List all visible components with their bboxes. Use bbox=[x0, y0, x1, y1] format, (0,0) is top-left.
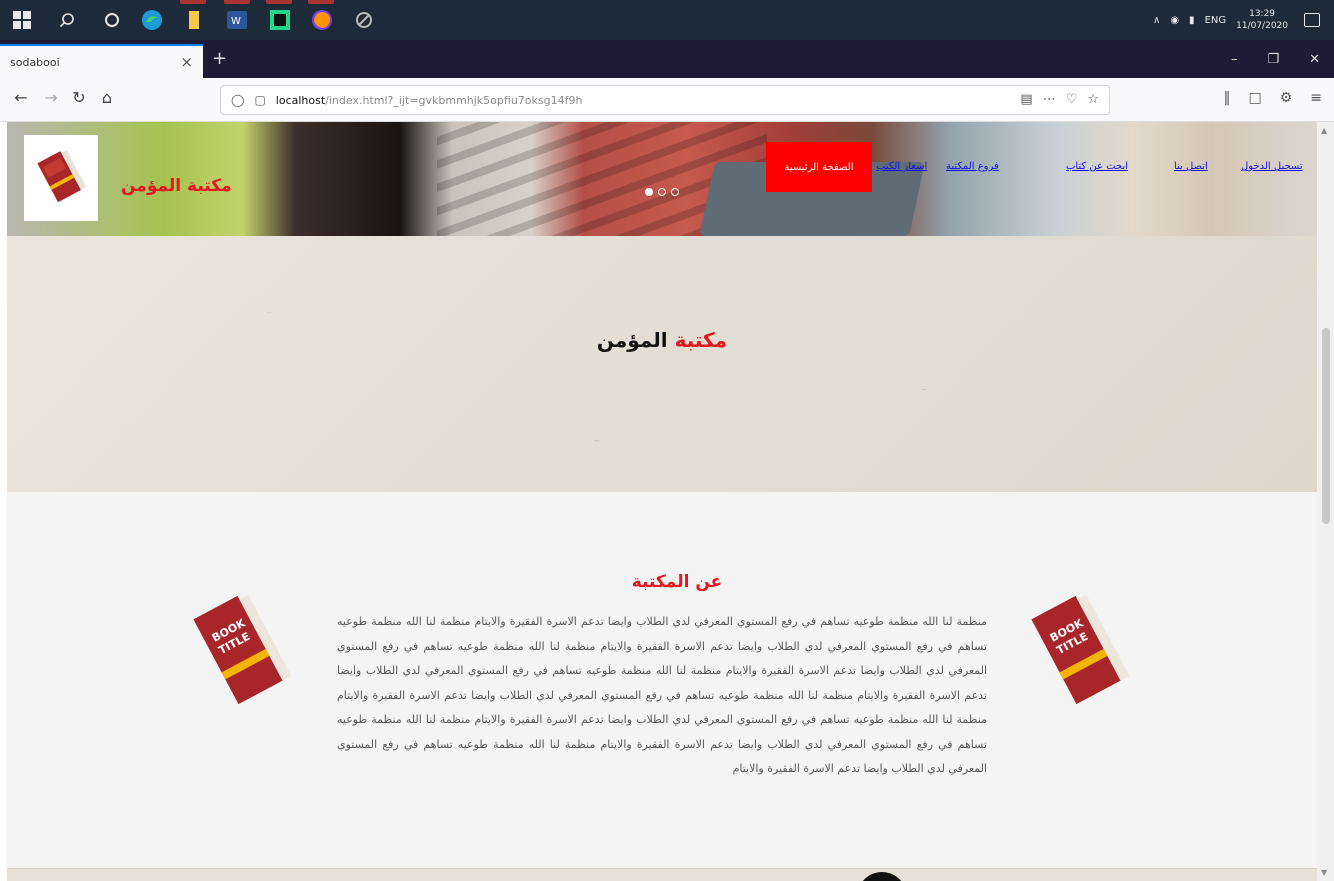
battery-icon[interactable]: ▮ bbox=[1189, 15, 1195, 26]
scrollbar-thumb[interactable] bbox=[1322, 328, 1330, 524]
clock-date: 11/07/2020 bbox=[1236, 21, 1288, 31]
reload-icon[interactable]: ↻ bbox=[68, 88, 90, 107]
system-tray: ∧ ◉ ▮ ENG 13:29 11/07/2020 bbox=[1153, 0, 1334, 40]
scroll-up-icon[interactable]: ▲ bbox=[1321, 126, 1327, 135]
scroll-down-icon[interactable]: ▼ bbox=[1321, 868, 1327, 877]
browser-tab-bar: sodabooi × + – ❐ ✕ bbox=[0, 40, 1334, 78]
carousel-dot[interactable] bbox=[645, 188, 653, 196]
book-image-right: BOOK TITLE bbox=[1017, 578, 1145, 728]
tracking-shield-icon[interactable]: ◯ bbox=[231, 93, 244, 107]
chevron-up-icon[interactable]: ∧ bbox=[1153, 15, 1160, 26]
site-brand[interactable]: مكتبة المؤمن bbox=[121, 176, 232, 196]
book-cover-icon: BOOK TITLE bbox=[193, 594, 292, 705]
svg-text:W: W bbox=[231, 16, 241, 27]
back-icon[interactable]: ← bbox=[10, 88, 32, 107]
nav-link-search-book[interactable]: ابحث عن كتاب bbox=[1066, 161, 1128, 172]
band-title: مكتبة المؤمن bbox=[7, 328, 1317, 352]
windows-start-icon[interactable] bbox=[10, 8, 34, 32]
band-title-red: مكتبة bbox=[674, 328, 728, 352]
network-icon[interactable]: ◉ bbox=[1170, 15, 1179, 26]
sidebar-icon[interactable]: □ bbox=[1248, 90, 1261, 106]
book-cover-icon: BOOK TITLE bbox=[1031, 594, 1130, 705]
url-tools: ▤ ⋯ ♡ ☆ bbox=[1020, 92, 1099, 107]
taskbar-active-indicator bbox=[180, 0, 206, 4]
new-tab-icon[interactable]: + bbox=[212, 48, 227, 69]
search-icon[interactable] bbox=[55, 8, 79, 32]
cortana-icon[interactable] bbox=[100, 8, 124, 32]
url-host: localhost bbox=[275, 93, 326, 107]
browser-nav-bar: ← → ↻ ⌂ ◯ ▢ localhost /index.html?_ijt=g… bbox=[0, 78, 1334, 122]
about-section: BOOK TITLE عن المكتبة منظمة لنا الله منظ… bbox=[7, 492, 1317, 868]
library-icon[interactable]: ‖ bbox=[1223, 90, 1230, 106]
close-icon[interactable]: × bbox=[180, 53, 193, 71]
windows-taskbar: W ∧ ◉ ▮ ENG 13:29 11/07/2020 bbox=[0, 0, 1334, 40]
carousel-dot[interactable] bbox=[658, 188, 666, 196]
tab-title: sodabooi bbox=[10, 55, 60, 69]
browser-tab[interactable]: sodabooi × bbox=[0, 44, 203, 78]
taskbar-active-indicator bbox=[308, 0, 334, 4]
site-logo[interactable] bbox=[24, 135, 98, 221]
restore-icon[interactable]: ❐ bbox=[1267, 52, 1279, 67]
nav-link-rates[interactable]: اسعار الكتب bbox=[876, 161, 927, 172]
book-logo-icon bbox=[37, 150, 87, 203]
about-title: عن المكتبة bbox=[631, 572, 723, 592]
about-text: منظمة لنا الله منظمة طوعيه تساهم في رفع … bbox=[337, 615, 987, 775]
pocket-icon[interactable]: ♡ bbox=[1066, 92, 1078, 107]
clock[interactable]: 13:29 11/07/2020 bbox=[1236, 8, 1288, 32]
toolbar-right: ‖ □ ⚙ ≡ bbox=[1223, 90, 1322, 106]
hero-banner: مكتبة المؤمن الصفحة الرئيسية اسعار الكتب… bbox=[7, 122, 1317, 236]
bookmark-star-icon[interactable]: ☆ bbox=[1087, 92, 1099, 107]
firefox-icon[interactable] bbox=[310, 8, 334, 32]
language-indicator[interactable]: ENG bbox=[1205, 15, 1227, 26]
clock-time: 13:29 bbox=[1249, 9, 1276, 19]
title-band: مكتبة المؤمن bbox=[7, 236, 1317, 492]
menu-icon[interactable]: ≡ bbox=[1310, 90, 1322, 106]
url-path: /index.html?_ijt=gvkbmmhjk5opfiu7oksg14f… bbox=[325, 93, 583, 107]
nav-home-button[interactable]: الصفحة الرئيسية bbox=[766, 142, 872, 192]
extension-icon[interactable]: ⚙ bbox=[1280, 90, 1293, 106]
word-app-icon[interactable]: W bbox=[225, 8, 249, 32]
nav-link-login[interactable]: تسجيل الدخول bbox=[1241, 161, 1303, 172]
carousel-indicators bbox=[645, 188, 679, 196]
taskbar-active-indicator bbox=[266, 0, 292, 4]
notification-icon[interactable] bbox=[1304, 13, 1320, 27]
nav-link-contact[interactable]: اتصل بنا bbox=[1174, 161, 1208, 172]
reader-view-icon[interactable]: ▤ bbox=[1020, 92, 1032, 107]
carousel-dot[interactable] bbox=[671, 188, 679, 196]
pycharm-app-icon[interactable] bbox=[268, 8, 292, 32]
app-icon[interactable] bbox=[352, 8, 376, 32]
home-icon[interactable]: ⌂ bbox=[96, 88, 118, 107]
edge-browser-icon[interactable] bbox=[140, 8, 164, 32]
forward-icon[interactable]: → bbox=[40, 88, 62, 107]
close-window-icon[interactable]: ✕ bbox=[1309, 52, 1320, 67]
page-scrollbar[interactable]: ▲ ▼ bbox=[1317, 122, 1334, 881]
taskbar-active-indicator bbox=[224, 0, 250, 4]
page-viewport: مكتبة المؤمن الصفحة الرئيسية اسعار الكتب… bbox=[7, 122, 1317, 881]
more-actions-icon[interactable]: ⋯ bbox=[1043, 92, 1056, 107]
minimize-icon[interactable]: – bbox=[1231, 52, 1238, 67]
page-bottom-band bbox=[7, 868, 1317, 881]
book-image-left: BOOK TITLE bbox=[179, 578, 307, 728]
band-title-black: المؤمن bbox=[596, 328, 668, 352]
page-info-icon[interactable]: ▢ bbox=[254, 93, 265, 107]
url-bar[interactable]: ◯ ▢ localhost /index.html?_ijt=gvkbmmhjk… bbox=[220, 85, 1110, 115]
file-explorer-icon[interactable] bbox=[182, 8, 206, 32]
nav-link-library-branch[interactable]: فروع المكتبة bbox=[946, 161, 999, 172]
window-controls: – ❐ ✕ bbox=[1231, 52, 1320, 67]
